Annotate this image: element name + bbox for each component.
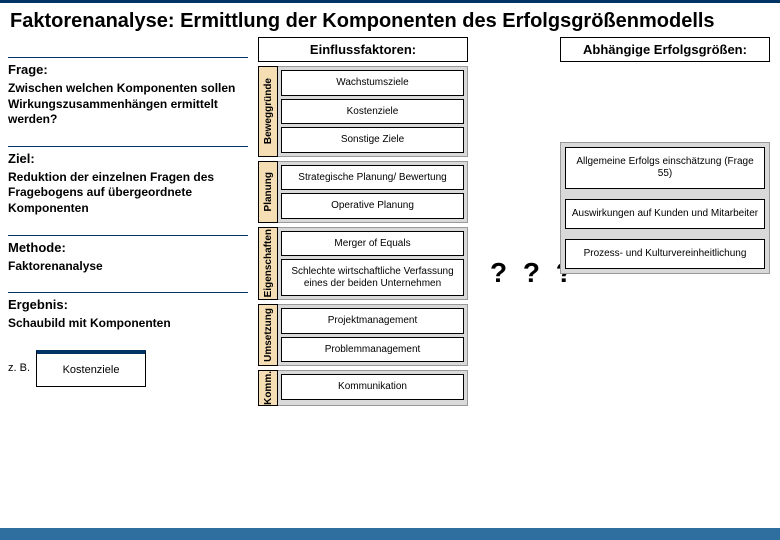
influencing-factors-column: Einflussfaktoren: Beweggründe Wachstumsz… xyxy=(258,37,468,410)
factor-box: Problemmanagement xyxy=(281,337,464,363)
group-boxes: Projektmanagement Problemmanagement xyxy=(278,304,468,366)
group-beweggruende: Beweggründe Wachstumsziele Kostenziele S… xyxy=(258,66,468,157)
methode-head: Methode: xyxy=(8,235,248,255)
factor-box: Projektmanagement xyxy=(281,308,464,334)
factor-box: Sonstige Ziele xyxy=(281,127,464,153)
group-boxes: Wachstumsziele Kostenziele Sonstige Ziel… xyxy=(278,66,468,157)
group-boxes: Kommunikation xyxy=(278,370,468,406)
example-zb: z. B. xyxy=(8,350,36,387)
methode-body: Faktorenanalyse xyxy=(8,259,248,275)
left-column: Frage: Zwischen welchen Komponenten soll… xyxy=(8,57,248,387)
factor-box: Operative Planung xyxy=(281,193,464,219)
influencing-header: Einflussfaktoren: xyxy=(258,37,468,62)
group-label: Komm. xyxy=(258,370,278,406)
dependent-box: Auswirkungen auf Kunden und Mitarbeiter xyxy=(565,199,765,229)
example-box: Kostenziele xyxy=(36,350,146,387)
factor-box: Schlechte wirtschaftliche Verfassung ein… xyxy=(281,259,464,296)
factor-box: Strategische Planung/ Bewertung xyxy=(281,165,464,191)
group-label: Umsetzung xyxy=(258,304,278,366)
factor-box: Kommunikation xyxy=(281,374,464,400)
dependent-boxes: Allgemeine Erfolgs einschätzung (Frage 5… xyxy=(560,142,770,274)
ziel-head: Ziel: xyxy=(8,146,248,166)
ergebnis-head: Ergebnis: xyxy=(8,292,248,312)
dependent-column: Abhängige Erfolgsgrößen: Allgemeine Erfo… xyxy=(560,37,770,274)
factor-box: Wachstumsziele xyxy=(281,70,464,96)
group-boxes: Merger of Equals Schlechte wirtschaftlic… xyxy=(278,227,468,301)
dependent-box: Allgemeine Erfolgs einschätzung (Frage 5… xyxy=(565,147,765,189)
title-bar: Faktorenanalyse: Ermittlung der Komponen… xyxy=(0,0,780,37)
group-planung: Planung Strategische Planung/ Bewertung … xyxy=(258,161,468,223)
dependent-box: Prozess- und Kulturvereinheitlichung xyxy=(565,239,765,269)
dependent-header: Abhängige Erfolgsgrößen: xyxy=(560,37,770,62)
frage-head: Frage: xyxy=(8,57,248,77)
frage-body: Zwischen welchen Komponenten sollen Wirk… xyxy=(8,81,248,128)
footer-bar xyxy=(0,528,780,540)
main-diagram: Frage: Zwischen welchen Komponenten soll… xyxy=(0,37,780,517)
group-boxes: Strategische Planung/ Bewertung Operativ… xyxy=(278,161,468,223)
factor-box: Merger of Equals xyxy=(281,231,464,257)
group-label: Beweggründe xyxy=(258,66,278,157)
group-eigenschaften: Eigenschaften Merger of Equals Schlechte… xyxy=(258,227,468,301)
page-title: Faktorenanalyse: Ermittlung der Komponen… xyxy=(10,9,770,33)
group-label: Eigenschaften xyxy=(258,227,278,301)
example-row: z. B. Kostenziele xyxy=(8,350,248,387)
factor-box: Kostenziele xyxy=(281,99,464,125)
ziel-body: Reduktion der einzelnen Fragen des Frage… xyxy=(8,170,248,217)
group-label: Planung xyxy=(258,161,278,223)
ergebnis-body: Schaubild mit Komponenten xyxy=(8,316,248,332)
group-kommunikation: Komm. Kommunikation xyxy=(258,370,468,406)
group-umsetzung: Umsetzung Projektmanagement Problemmanag… xyxy=(258,304,468,366)
